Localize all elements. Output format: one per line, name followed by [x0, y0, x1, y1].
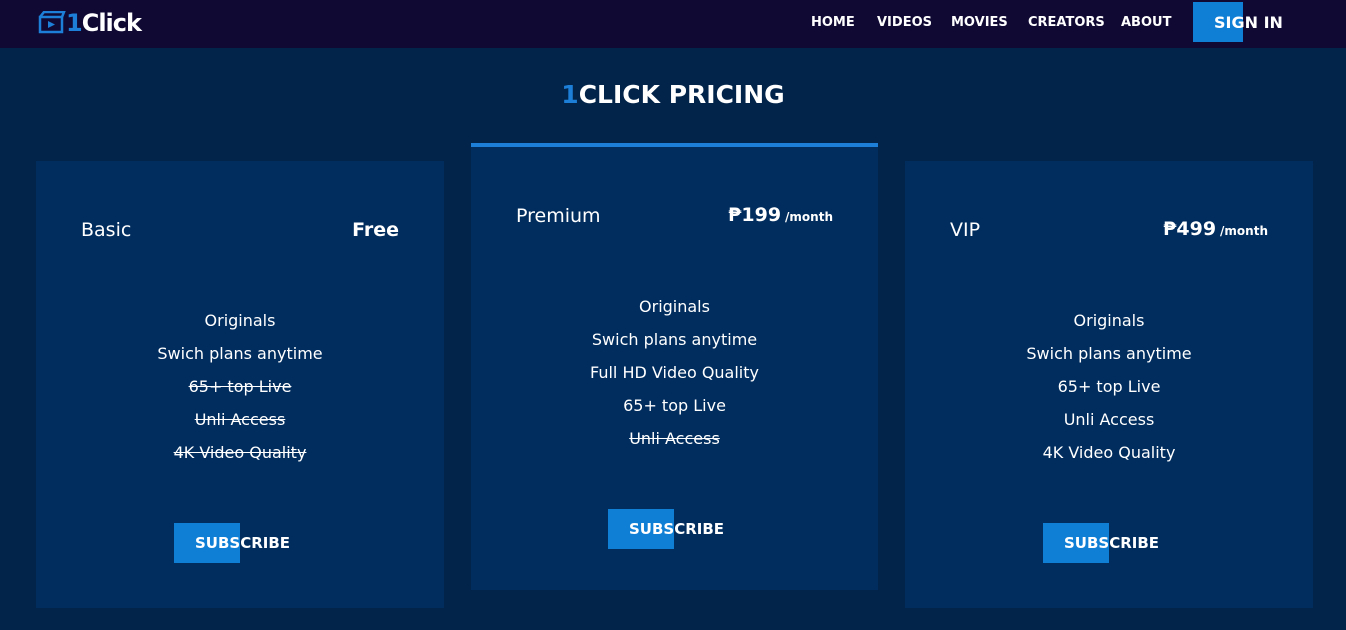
feature-item: Swich plans anytime [591, 330, 758, 349]
nav-movies[interactable]: MOVIES [951, 15, 1008, 30]
feature-item: Swich plans anytime [1026, 344, 1192, 363]
nav-creators[interactable]: CREATORS [1028, 15, 1105, 30]
top-navbar: 1Click HOME VIDEOS MOVIES CREATORS ABOUT… [0, 0, 1346, 48]
plan-card-basic: Basic Free Originals Swich plans anytime… [36, 161, 444, 608]
plan-price-amount: ₱499 [1163, 218, 1217, 240]
plan-price-amount: ₱199 [728, 204, 782, 226]
plan-price: ₱499/month [1163, 218, 1268, 240]
subscribe-label: SUBSCRIBE [195, 534, 291, 552]
plan-price-period: /month [1220, 224, 1268, 238]
page-title-accent: 1 [561, 80, 579, 109]
feature-item: Unli Access [1063, 410, 1155, 429]
plan-name: Premium [516, 205, 601, 227]
sign-in-label: SIGN IN [1214, 12, 1283, 32]
feature-item: 65+ top Live [1057, 377, 1161, 396]
feature-item-unavailable: Unli Access [629, 429, 720, 448]
nav-videos[interactable]: VIDEOS [877, 15, 932, 30]
feature-list: Originals Swich plans anytime 65+ top Li… [905, 304, 1313, 469]
page-title-rest: CLICK PRICING [578, 80, 785, 109]
sign-in-button[interactable]: SIGN IN [1193, 2, 1291, 42]
feature-item: Swich plans anytime [157, 344, 323, 363]
film-clapper-icon [38, 11, 66, 34]
feature-item: 4K Video Quality [1042, 443, 1176, 462]
plan-name: VIP [950, 219, 981, 241]
plan-price: Free [352, 219, 399, 241]
plan-price: ₱199/month [728, 204, 833, 226]
plan-price-period: /month [785, 210, 833, 224]
feature-item: 65+ top Live [623, 396, 726, 415]
feature-item: Originals [204, 311, 276, 330]
subscribe-label: SUBSCRIBE [629, 520, 725, 538]
subscribe-button-basic[interactable]: SUBSCRIBE [174, 523, 314, 563]
feature-list: Originals Swich plans anytime 65+ top Li… [36, 304, 444, 469]
feature-item: Originals [1073, 311, 1145, 330]
subscribe-label: SUBSCRIBE [1064, 534, 1160, 552]
brand-logo[interactable]: 1Click [38, 6, 142, 40]
plan-name: Basic [81, 219, 132, 241]
plan-price-amount: Free [352, 219, 399, 241]
feature-item: Originals [639, 297, 710, 316]
nav-about[interactable]: ABOUT [1121, 15, 1171, 30]
nav-home[interactable]: HOME [811, 15, 855, 30]
plan-card-vip: VIP ₱499/month Originals Swich plans any… [905, 161, 1313, 608]
plan-card-premium: Premium ₱199/month Originals Swich plans… [471, 143, 878, 590]
brand-name-rest: Click [81, 9, 142, 37]
brand-name-prefix: 1 [66, 9, 83, 37]
feature-item-unavailable: 4K Video Quality [173, 443, 307, 462]
brand-name: 1Click [66, 9, 142, 37]
feature-item-unavailable: Unli Access [194, 410, 286, 429]
page-title: 1CLICK PRICING [0, 80, 1346, 109]
subscribe-button-premium[interactable]: SUBSCRIBE [608, 509, 748, 549]
feature-list: Originals Swich plans anytime Full HD Vi… [471, 290, 878, 455]
feature-item-unavailable: 65+ top Live [188, 377, 292, 396]
subscribe-button-vip[interactable]: SUBSCRIBE [1043, 523, 1183, 563]
feature-item: Full HD Video Quality [590, 363, 759, 382]
